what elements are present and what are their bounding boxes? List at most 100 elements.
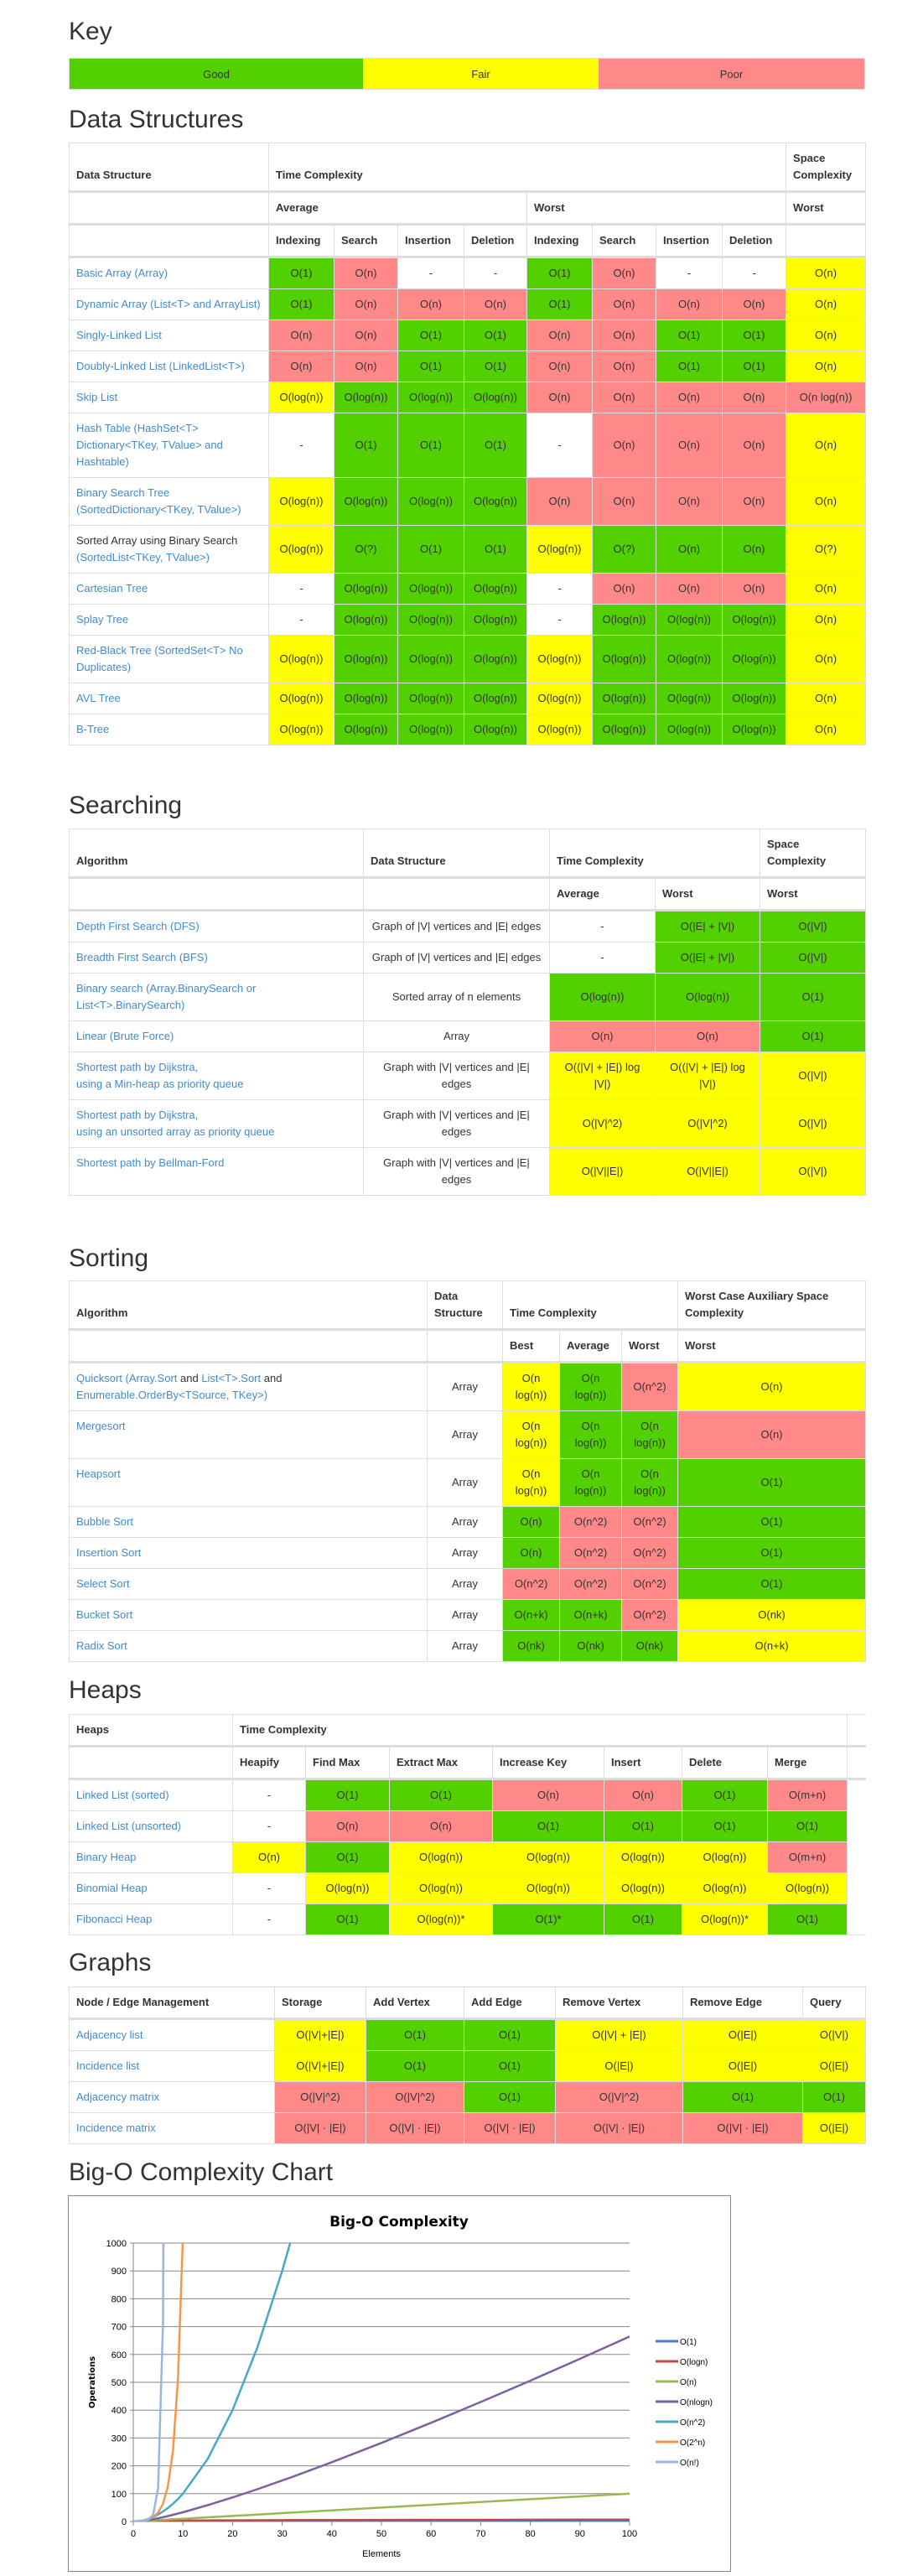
doc-link[interactable]: Linked List (unsorted) <box>76 1820 181 1832</box>
complexity-cell-poor: O(n) <box>656 573 723 605</box>
doc-link[interactable]: Skip List <box>76 391 117 403</box>
complexity-cell-poor: O(n^2) <box>559 1537 622 1569</box>
header-row: Node / Edge Management Storage Add Vertex A… <box>69 1987 866 2020</box>
complexity-cell-good: O(1) <box>682 1779 768 1811</box>
doc-link[interactable]: Breadth First Search (BFS) <box>76 951 208 963</box>
doc-link[interactable]: Binary Search Tree (SortedDictionary<TKe… <box>76 486 241 516</box>
complexity-cell-fair: O(|E|) <box>802 2050 866 2082</box>
doc-link[interactable]: Binary Heap <box>76 1851 137 1863</box>
doc-link[interactable]: Splay Tree <box>76 613 128 626</box>
column-header: Worst <box>621 1329 678 1363</box>
column-header: Worst Case Auxiliary Space Complexity <box>677 1280 866 1331</box>
column-header: Algorithm <box>69 1280 428 1331</box>
complexity-cell-good: O(|V|) <box>760 910 867 943</box>
doc-link[interactable]: Incidence matrix <box>76 2122 156 2134</box>
doc-link[interactable]: Insertion Sort <box>76 1546 141 1559</box>
doc-link[interactable]: Bucket Sort <box>76 1608 132 1621</box>
column-header: Space Complexity <box>760 828 867 879</box>
complexity-cell-poor: O(n) <box>677 1410 866 1459</box>
doc-link[interactable]: Depth First Search (DFS) <box>76 920 200 932</box>
doc-link[interactable]: Red-Black Tree (SortedSet<T> No Duplicat… <box>76 644 243 673</box>
complexity-cell-fair: O((|V| + |E|) log |V|) <box>654 1052 761 1100</box>
table-row: Shortest path by Dijkstra, using a Min-h… <box>69 1052 867 1100</box>
complexity-cell-good: O(1) <box>397 351 464 382</box>
doc-link[interactable]: Binary search (Array.BinarySearch or Lis… <box>76 982 256 1011</box>
doc-link[interactable]: AVL Tree <box>76 692 121 704</box>
complexity-cell-fair: O(n log(n)) <box>502 1362 560 1411</box>
doc-link[interactable]: Quicksort (Array.Sort <box>76 1372 177 1384</box>
doc-link[interactable]: Mergesort <box>76 1420 126 1432</box>
row-label: Select Sort <box>69 1568 428 1600</box>
doc-link[interactable]: (SortedList<TKey, TValue>) <box>76 551 210 564</box>
doc-link[interactable]: Hash Table (HashSet<T> Dictionary<TKey, … <box>76 422 223 468</box>
complexity-cell-good: O(n) <box>721 525 787 574</box>
doc-link[interactable]: Fibonacci Heap <box>76 1913 152 1925</box>
searching-table: Algorithm Data Structure Time Complexity Sp… <box>69 828 867 1196</box>
complexity-cell-fair: O(log(n)) <box>526 525 593 574</box>
row-label: Incidence matrix <box>69 2112 275 2144</box>
big-o-chart: Big-O Complexity Operations Elements 0 10… <box>68 2195 731 2572</box>
doc-link[interactable]: Linear (Brute Force) <box>76 1030 174 1042</box>
column-header <box>69 191 269 226</box>
doc-link[interactable]: Adjacency matrix <box>76 2090 159 2103</box>
table-row: Incidence list O(|V|+|E|) O(1) O(1) O(|E|) O(… <box>69 2050 866 2082</box>
complexity-cell-poor: O(n) <box>721 288 787 320</box>
doc-link[interactable]: Singly-Linked List <box>76 329 162 341</box>
complexity-cell-good: O(1) <box>464 2018 556 2051</box>
complexity-cell-good: O(1) <box>682 2081 803 2113</box>
doc-link[interactable]: Adjacency list <box>76 2028 143 2041</box>
complexity-cell-good: O(1) <box>656 351 723 382</box>
complexity-cell-poor: O(m+n) <box>766 1841 848 1873</box>
spacer-cell <box>848 1873 866 1904</box>
sorting-table: Algorithm Data Structure Time Complexity Wo… <box>69 1280 866 1662</box>
doc-link[interactable]: B-Tree <box>76 723 109 735</box>
doc-link[interactable]: Radix Sort <box>76 1639 127 1652</box>
doc-link[interactable]: Basic Array (Array) <box>76 267 168 279</box>
doc-link[interactable]: Bubble Sort <box>76 1515 133 1528</box>
header-row: Algorithm Data Structure Time Complexity Sp… <box>69 828 867 879</box>
header-row: Indexing Search Insertion Deletion Indexing S… <box>69 224 867 258</box>
complexity-cell-poor: O(n) <box>592 413 656 478</box>
graphs-heading: Graphs <box>69 1949 152 1976</box>
complexity-cell-plain: - <box>721 257 787 289</box>
doc-link[interactable]: Doubly-Linked List (LinkedList<T>) <box>76 360 245 372</box>
column-header: Worst <box>654 877 761 911</box>
complexity-cell-plain: - <box>232 1810 306 1842</box>
key-fair: Fair <box>363 59 599 89</box>
doc-link[interactable]: Shortest path by Bellman-Ford <box>76 1156 224 1169</box>
doc-link[interactable]: Heapsort <box>76 1467 121 1480</box>
complexity-cell-poor: O(n^2) <box>621 1537 678 1569</box>
complexity-cell-fair: O(log(n)) <box>766 1872 848 1904</box>
doc-link[interactable]: Incidence list <box>76 2059 139 2072</box>
complexity-cell-plain: Array <box>427 1362 503 1411</box>
complexity-cell-good: O(1) <box>766 1810 848 1842</box>
doc-link[interactable]: Select Sort <box>76 1577 130 1590</box>
doc-link[interactable]: Shortest path by Dijkstra, using a Min-h… <box>76 1061 243 1090</box>
doc-link[interactable]: Binomial Heap <box>76 1882 148 1894</box>
complexity-cell-fair: O(|E|) <box>555 2050 683 2082</box>
doc-link[interactable]: List<T>.Sort <box>201 1372 261 1384</box>
complexity-cell-good: O(log(n)) <box>656 714 723 745</box>
complexity-cell-poor: O(n) <box>305 1810 390 1842</box>
table-row: Dynamic Array (List<T> and ArrayList) O(1… <box>69 288 867 320</box>
doc-link[interactable]: Shortest path by Dijkstra, using an unso… <box>76 1109 274 1138</box>
complexity-cell-good: O(log(n)) <box>397 714 464 745</box>
doc-link[interactable]: Cartesian Tree <box>76 582 148 595</box>
complexity-cell-good: O(log(n)) <box>464 477 527 526</box>
table-row: Skip List O(log(n)) O(log(n)) O(log(n)) O(lo… <box>69 382 867 413</box>
complexity-cell-poor: O(n) <box>492 1779 604 1811</box>
table-row: Binomial Heap - O(log(n)) O(log(n)) O(log(n)… <box>69 1872 866 1904</box>
column-header <box>786 224 867 258</box>
complexity-cell-poor: O(n) <box>592 382 656 413</box>
complexity-cell-good: O(1) <box>268 257 334 289</box>
doc-link[interactable]: Enumerable.OrderBy<TSource, TKey>) <box>76 1389 267 1401</box>
row-label: Radix Sort <box>69 1630 428 1662</box>
column-header: Remove Edge <box>682 1987 803 2020</box>
y-tick-label: 300 <box>111 2433 127 2444</box>
complexity-cell-fair: O(log(n)) <box>268 714 334 745</box>
complexity-cell-good: O(1) <box>389 1779 493 1811</box>
complexity-cell-fair: O(log(n)) <box>682 1872 768 1904</box>
doc-link[interactable]: Dynamic Array (List<T> and ArrayList) <box>76 298 261 310</box>
complexity-cell-good: O(log(n)) <box>592 604 656 636</box>
doc-link[interactable]: Linked List (sorted) <box>76 1789 169 1801</box>
